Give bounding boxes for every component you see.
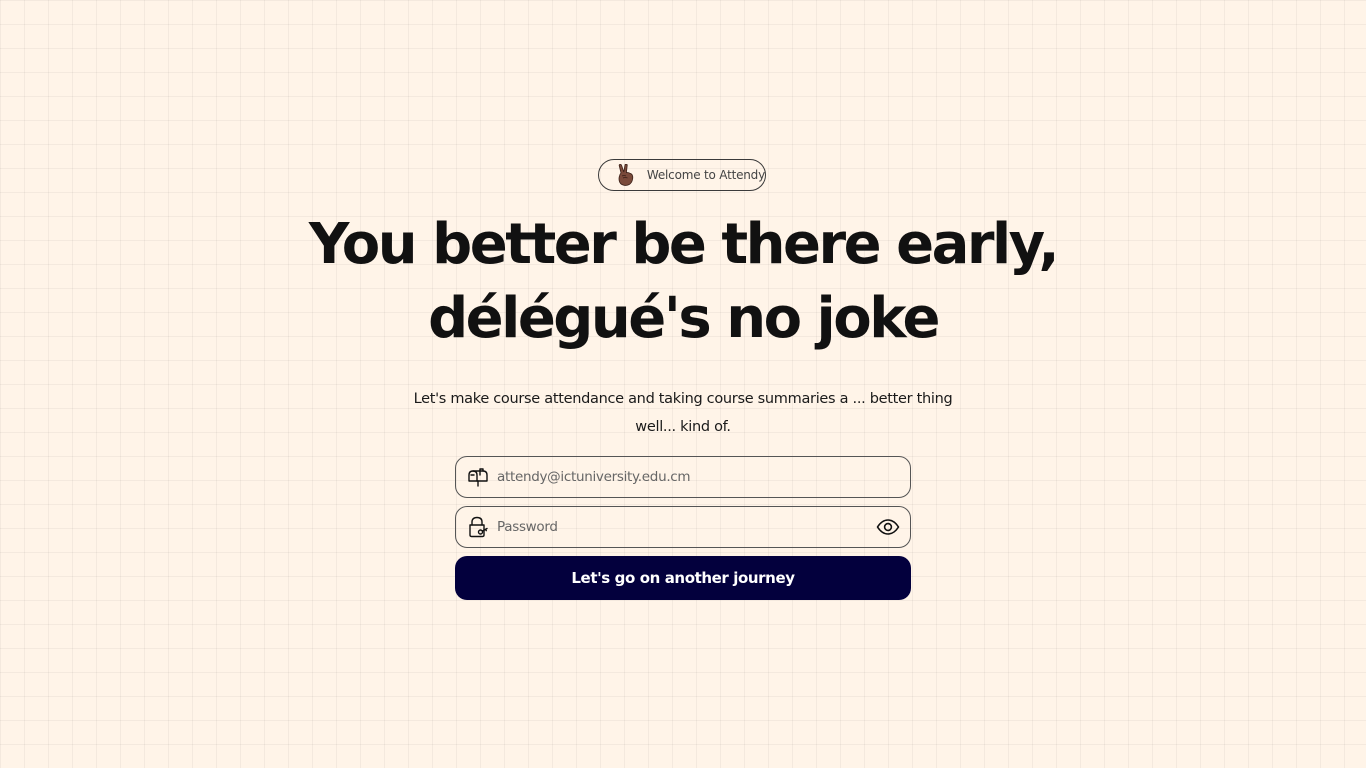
eye-icon[interactable]: [875, 516, 901, 538]
subtitle-line-1: Let's make course attendance and taking …: [413, 391, 953, 407]
subtitle: Let's make course attendance and taking …: [383, 385, 983, 441]
subtitle-line-2: well... kind of.: [635, 419, 731, 435]
headline-line-2: délégué's no joke: [428, 286, 940, 351]
welcome-badge: Welcome to Attendy: [598, 159, 766, 191]
page-title: You better be there early, délégué's no …: [283, 208, 1083, 356]
password-input[interactable]: [497, 512, 875, 542]
welcome-text: Welcome to Attendy: [646, 168, 765, 182]
email-input[interactable]: [497, 462, 910, 492]
password-field[interactable]: [455, 506, 911, 548]
lock-icon: [467, 516, 489, 538]
email-field[interactable]: [455, 456, 911, 498]
headline-line-1: You better be there early,: [308, 212, 1060, 277]
submit-button[interactable]: Let's go on another journey: [455, 556, 911, 600]
login-page: Welcome to Attendy You better be there e…: [0, 0, 1366, 768]
mailbox-icon: [467, 466, 489, 488]
victory-hand-icon: [615, 163, 637, 187]
